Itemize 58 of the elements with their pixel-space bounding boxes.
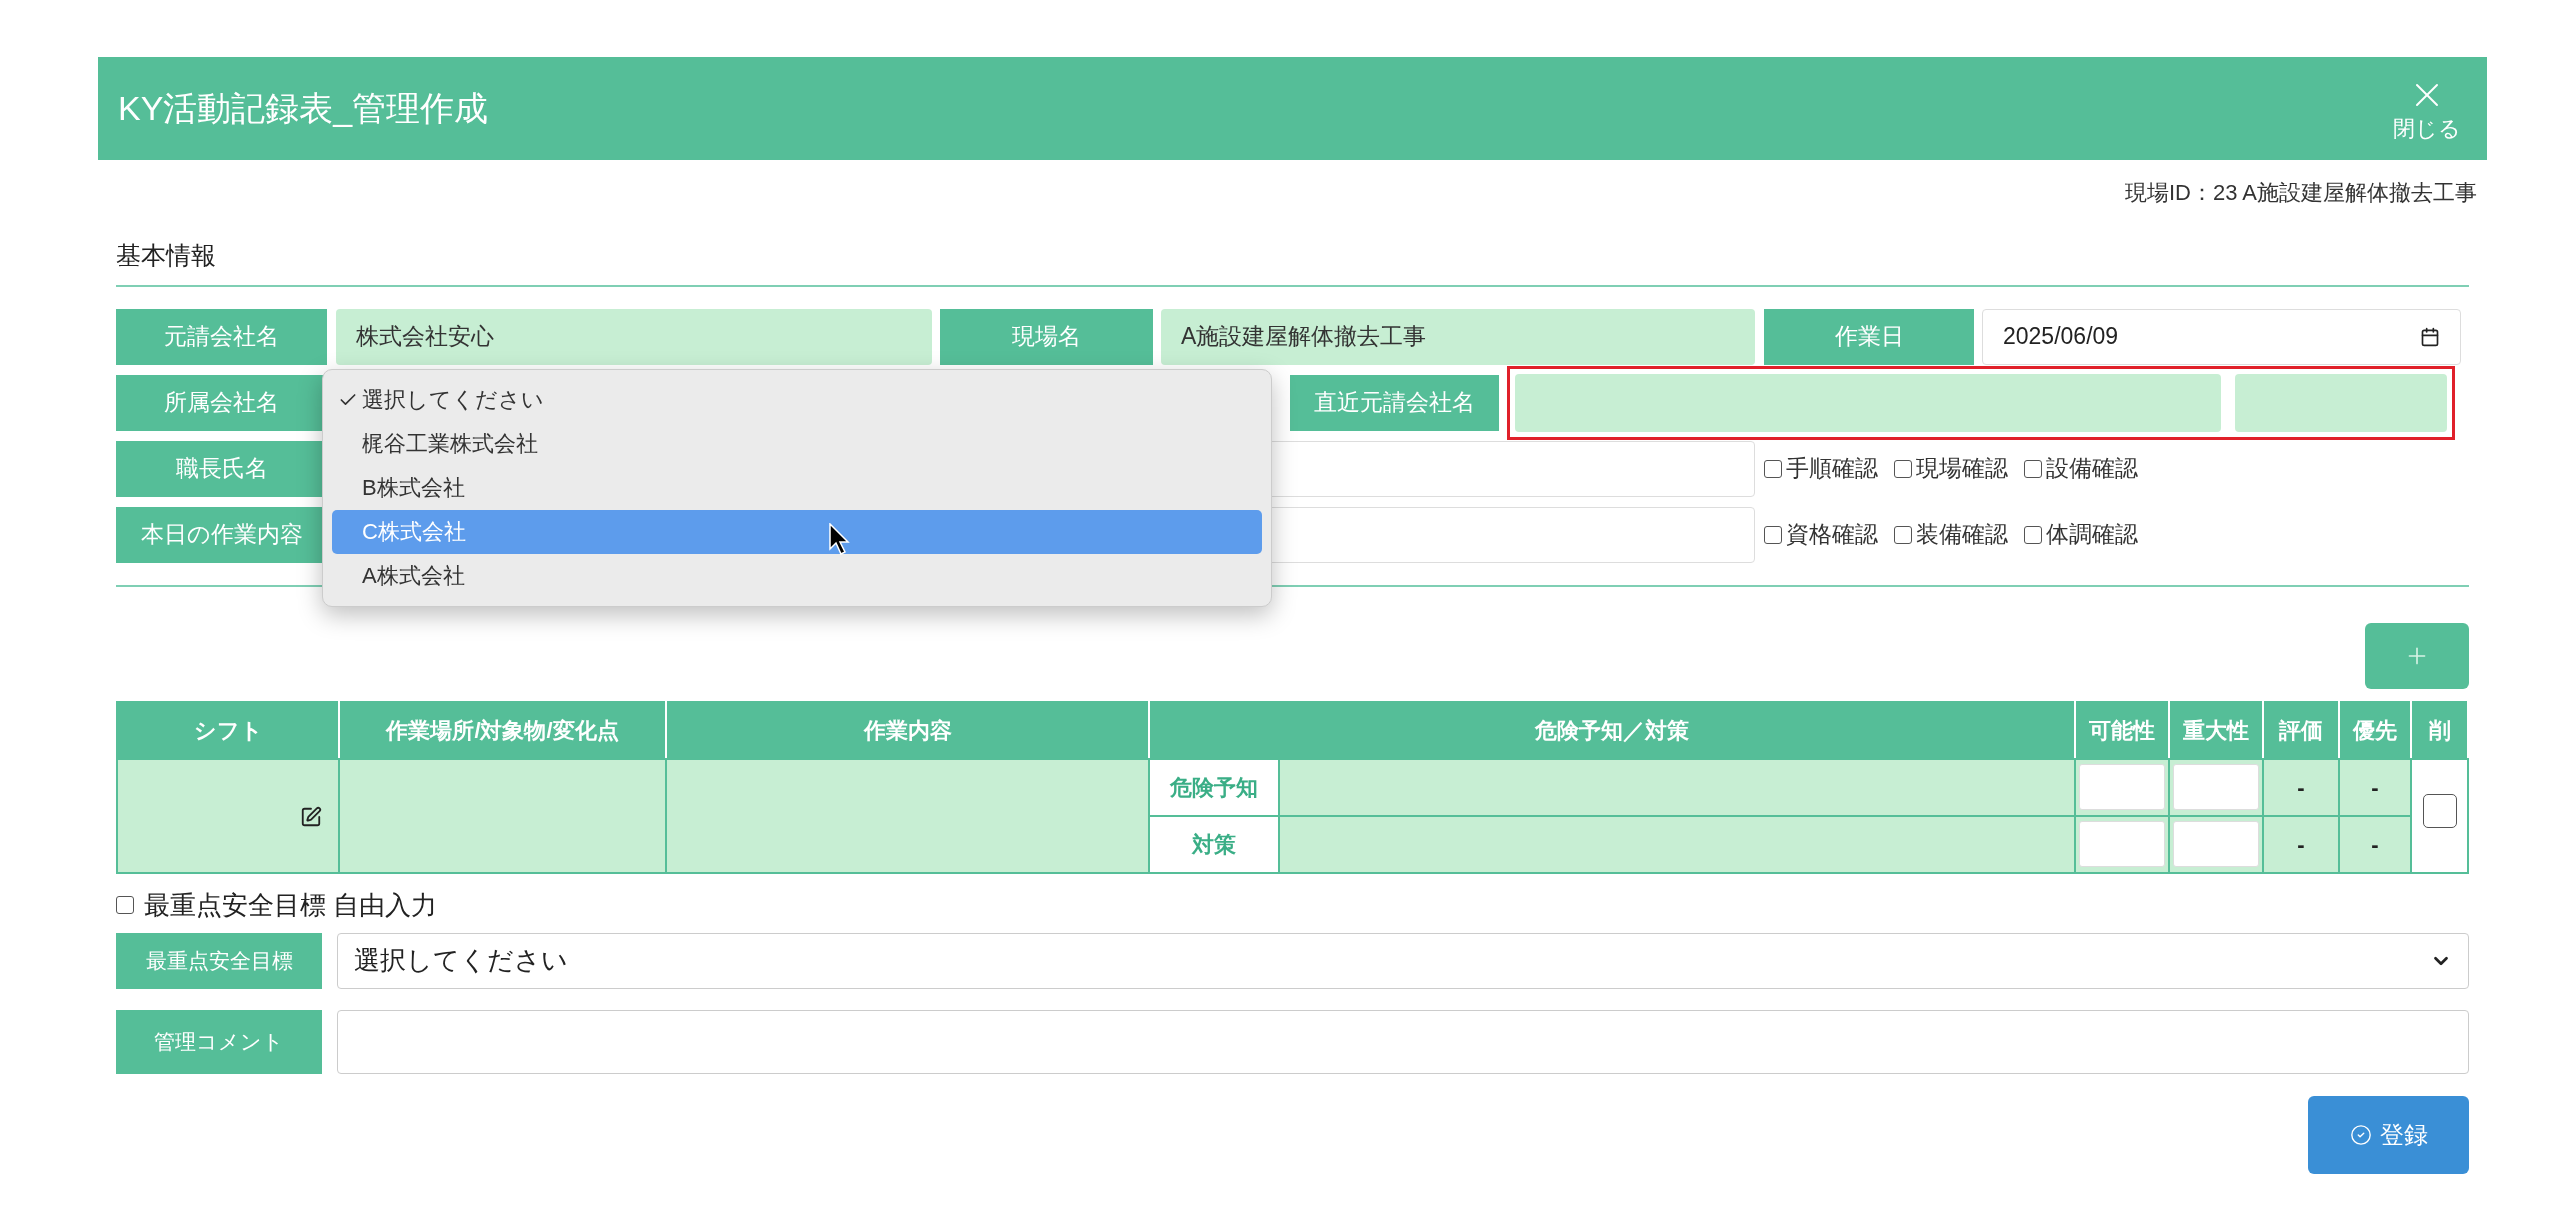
dropdown-option[interactable]: 選択してください bbox=[332, 377, 1262, 422]
checkbox-label: 現場確認 bbox=[1916, 454, 2008, 484]
calendar-icon[interactable] bbox=[2420, 326, 2440, 347]
column-header: 作業内容 bbox=[666, 701, 1149, 759]
text-field[interactable] bbox=[337, 1009, 2469, 1074]
table-cell: - bbox=[2263, 815, 2339, 873]
field-label: 元請会社名 bbox=[116, 308, 327, 365]
row-label: 対策 bbox=[1149, 815, 1279, 873]
checkbox[interactable] bbox=[116, 896, 134, 914]
field-label: 作業日 bbox=[1764, 308, 1974, 365]
field-label: 直近元請会社名 bbox=[1290, 374, 1499, 431]
column-header: 評価 bbox=[2263, 701, 2339, 759]
check-circle-icon bbox=[2349, 1123, 2372, 1146]
text-field[interactable]: A施設建屋解体撤去工事 bbox=[1161, 308, 1755, 365]
column-header: 削 bbox=[2411, 701, 2468, 759]
column-header: 作業場所/対象物/変化点 bbox=[339, 701, 666, 759]
text-field[interactable] bbox=[1515, 373, 2221, 432]
table-cell: - bbox=[2263, 758, 2339, 816]
table-cell: - bbox=[2339, 758, 2411, 816]
checkbox-label: 最重点安全目標 自由入力 bbox=[144, 888, 438, 922]
input-field[interactable] bbox=[2079, 764, 2165, 810]
input-field[interactable] bbox=[2079, 821, 2165, 867]
section-title: 基本情報 bbox=[116, 237, 2469, 287]
dropdown-option[interactable]: B株式会社 bbox=[332, 465, 1262, 510]
cursor-icon bbox=[829, 523, 851, 555]
checkbox-label: 体調確認 bbox=[2046, 520, 2138, 550]
checkbox-label: 資格確認 bbox=[1786, 520, 1878, 550]
input-field[interactable] bbox=[2173, 764, 2259, 810]
column-header: 危険予知／対策 bbox=[1149, 701, 2075, 759]
checkbox[interactable] bbox=[1894, 525, 1912, 544]
input-field[interactable] bbox=[2173, 821, 2259, 867]
dropdown-option[interactable]: A株式会社 bbox=[332, 553, 1262, 598]
column-header: シフト bbox=[117, 701, 339, 759]
column-header: 可能性 bbox=[2075, 701, 2169, 759]
checkbox[interactable] bbox=[1894, 459, 1912, 478]
checkbox-label: 装備確認 bbox=[1916, 520, 2008, 550]
text-field[interactable] bbox=[2235, 373, 2447, 432]
date-field[interactable]: 2025/06/09 bbox=[1982, 308, 2461, 365]
field-label: 現場名 bbox=[940, 308, 1153, 365]
column-header: 優先 bbox=[2339, 701, 2411, 759]
field-label: 管理コメント bbox=[116, 1009, 322, 1074]
field-label: 最重点安全目標 bbox=[116, 932, 322, 989]
checkbox-label: 手順確認 bbox=[1786, 454, 1878, 484]
checkbox[interactable] bbox=[1764, 459, 1782, 478]
window-title: KY活動記録表_管理作成 bbox=[118, 88, 489, 129]
select-field[interactable]: 選択してください bbox=[337, 932, 2469, 989]
checkbox-label: 設備確認 bbox=[2046, 454, 2138, 484]
table-cell: - bbox=[2339, 815, 2411, 873]
checkbox[interactable] bbox=[2422, 794, 2457, 828]
checkbox[interactable] bbox=[2024, 525, 2042, 544]
text-field[interactable]: 株式会社安心 bbox=[336, 308, 932, 365]
column-header: 重大性 bbox=[2169, 701, 2263, 759]
edit-icon[interactable] bbox=[300, 806, 322, 829]
dropdown-option[interactable]: 梶谷工業株式会社 bbox=[332, 421, 1262, 466]
site-id: 現場ID：23 A施設建屋解体撤去工事 bbox=[2124, 179, 2477, 207]
checkbox[interactable] bbox=[2024, 459, 2042, 478]
row-label: 危険予知 bbox=[1149, 758, 1279, 816]
checkbox[interactable] bbox=[1764, 525, 1782, 544]
